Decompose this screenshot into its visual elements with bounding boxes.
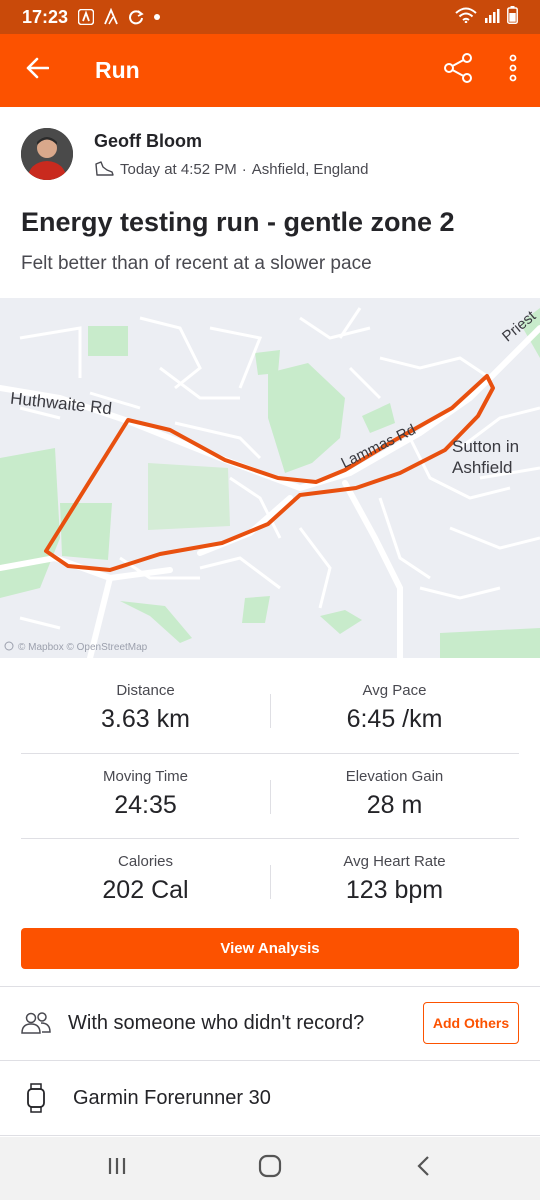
stat-value: 123 bpm [345,876,444,904]
status-bar: 17:23 [0,0,540,34]
route-map[interactable]: Huthwaite Rd Lammas Rd Priest Sutton in … [0,298,540,658]
avatar[interactable] [21,128,73,180]
info-icon [4,641,14,654]
app-bar: Run [0,34,540,107]
stat-avg-heart-rate: Avg Heart Rate 123 bpm [270,839,519,923]
share-icon [442,53,474,88]
home-button[interactable] [240,1144,300,1194]
stat-value: 3.63 km [101,705,190,733]
back-icon [416,1155,430,1182]
stat-label: Avg Pace [362,682,427,699]
meta-separator: · [241,160,247,178]
dot-icon [153,13,161,21]
stat-label: Elevation Gain [345,768,444,785]
run-shoe-icon [94,161,114,177]
back-arrow-icon [25,57,50,84]
stat-label: Calories [117,853,174,870]
recent-apps-button[interactable] [87,1144,147,1194]
back-button[interactable] [0,34,74,107]
strava-notification-icon [78,9,95,25]
stat-row: Moving Time 24:35 Elevation Gain 28 m [21,753,519,838]
system-nav-bar [0,1137,540,1200]
stat-divider [270,780,271,814]
device-name: Garmin Forerunner 30 [73,1086,271,1109]
stat-row: Distance 3.63 km Avg Pace 6:45 /km [21,668,519,753]
activity-location: Ashfield, England [251,160,369,178]
sync-icon [128,9,144,25]
activity-time: Today at 4:52 PM [120,160,237,178]
stats-grid: Distance 3.63 km Avg Pace 6:45 /km Movin… [21,668,519,923]
stat-divider [270,694,271,728]
athlete-header: Geoff Bloom Today at 4:52 PM · Ashfield,… [21,128,368,180]
battery-icon [507,5,518,29]
stat-moving-time: Moving Time 24:35 [21,754,270,838]
stat-distance: Distance 3.63 km [21,668,270,753]
view-analysis-button[interactable]: View Analysis [21,928,519,969]
app-bar-actions [430,34,540,107]
stat-label: Avg Heart Rate [343,853,446,870]
map-attribution-text: © Mapbox © OpenStreetMap [18,642,148,653]
athlete-meta: Geoff Bloom Today at 4:52 PM · Ashfield,… [94,131,368,178]
stat-value: 24:35 [114,791,177,819]
stat-value: 6:45 /km [346,705,443,733]
athlete-name[interactable]: Geoff Bloom [94,131,368,152]
activity-title: Energy testing run - gentle zone 2 [21,207,455,237]
stat-elevation-gain: Elevation Gain 28 m [270,754,519,838]
page-title: Run [95,57,140,83]
stat-value: 202 Cal [102,876,189,904]
with-others-text: With someone who didn't record? [68,1011,365,1034]
stat-value: 28 m [366,791,423,819]
activity-description: Felt better than of recent at a slower p… [21,253,372,274]
home-icon [258,1154,282,1183]
wifi-icon [455,7,477,28]
stat-label: Moving Time [102,768,189,785]
recent-apps-icon [107,1157,127,1180]
activity-meta: Today at 4:52 PM · Ashfield, England [94,161,368,178]
stat-row: Calories 202 Cal Avg Heart Rate 123 bpm [21,838,519,923]
stat-avg-pace: Avg Pace 6:45 /km [270,668,519,753]
activity-notification-icon [103,8,119,26]
stat-calories: Calories 202 Cal [21,839,270,923]
stat-divider [270,865,271,899]
more-options-button[interactable] [486,34,540,107]
status-time: 17:23 [22,6,69,27]
watch-icon [26,1083,46,1113]
with-others-row: With someone who didn't record? Add Othe… [0,987,540,1059]
add-others-button[interactable]: Add Others [423,1002,519,1044]
more-vertical-icon [509,54,517,87]
section-divider [0,1135,540,1136]
status-right-icons [455,5,518,29]
map-attribution: © Mapbox © OpenStreetMap [4,641,147,654]
map-label-sutton: Sutton in [452,437,520,456]
people-icon [21,1011,51,1035]
share-button[interactable] [430,34,486,107]
nav-back-button[interactable] [393,1144,453,1194]
signal-icon [484,7,500,28]
device-row: Garmin Forerunner 30 [0,1061,540,1135]
map-label-ashfield: Ashfield [452,458,513,477]
stat-label: Distance [116,682,175,699]
